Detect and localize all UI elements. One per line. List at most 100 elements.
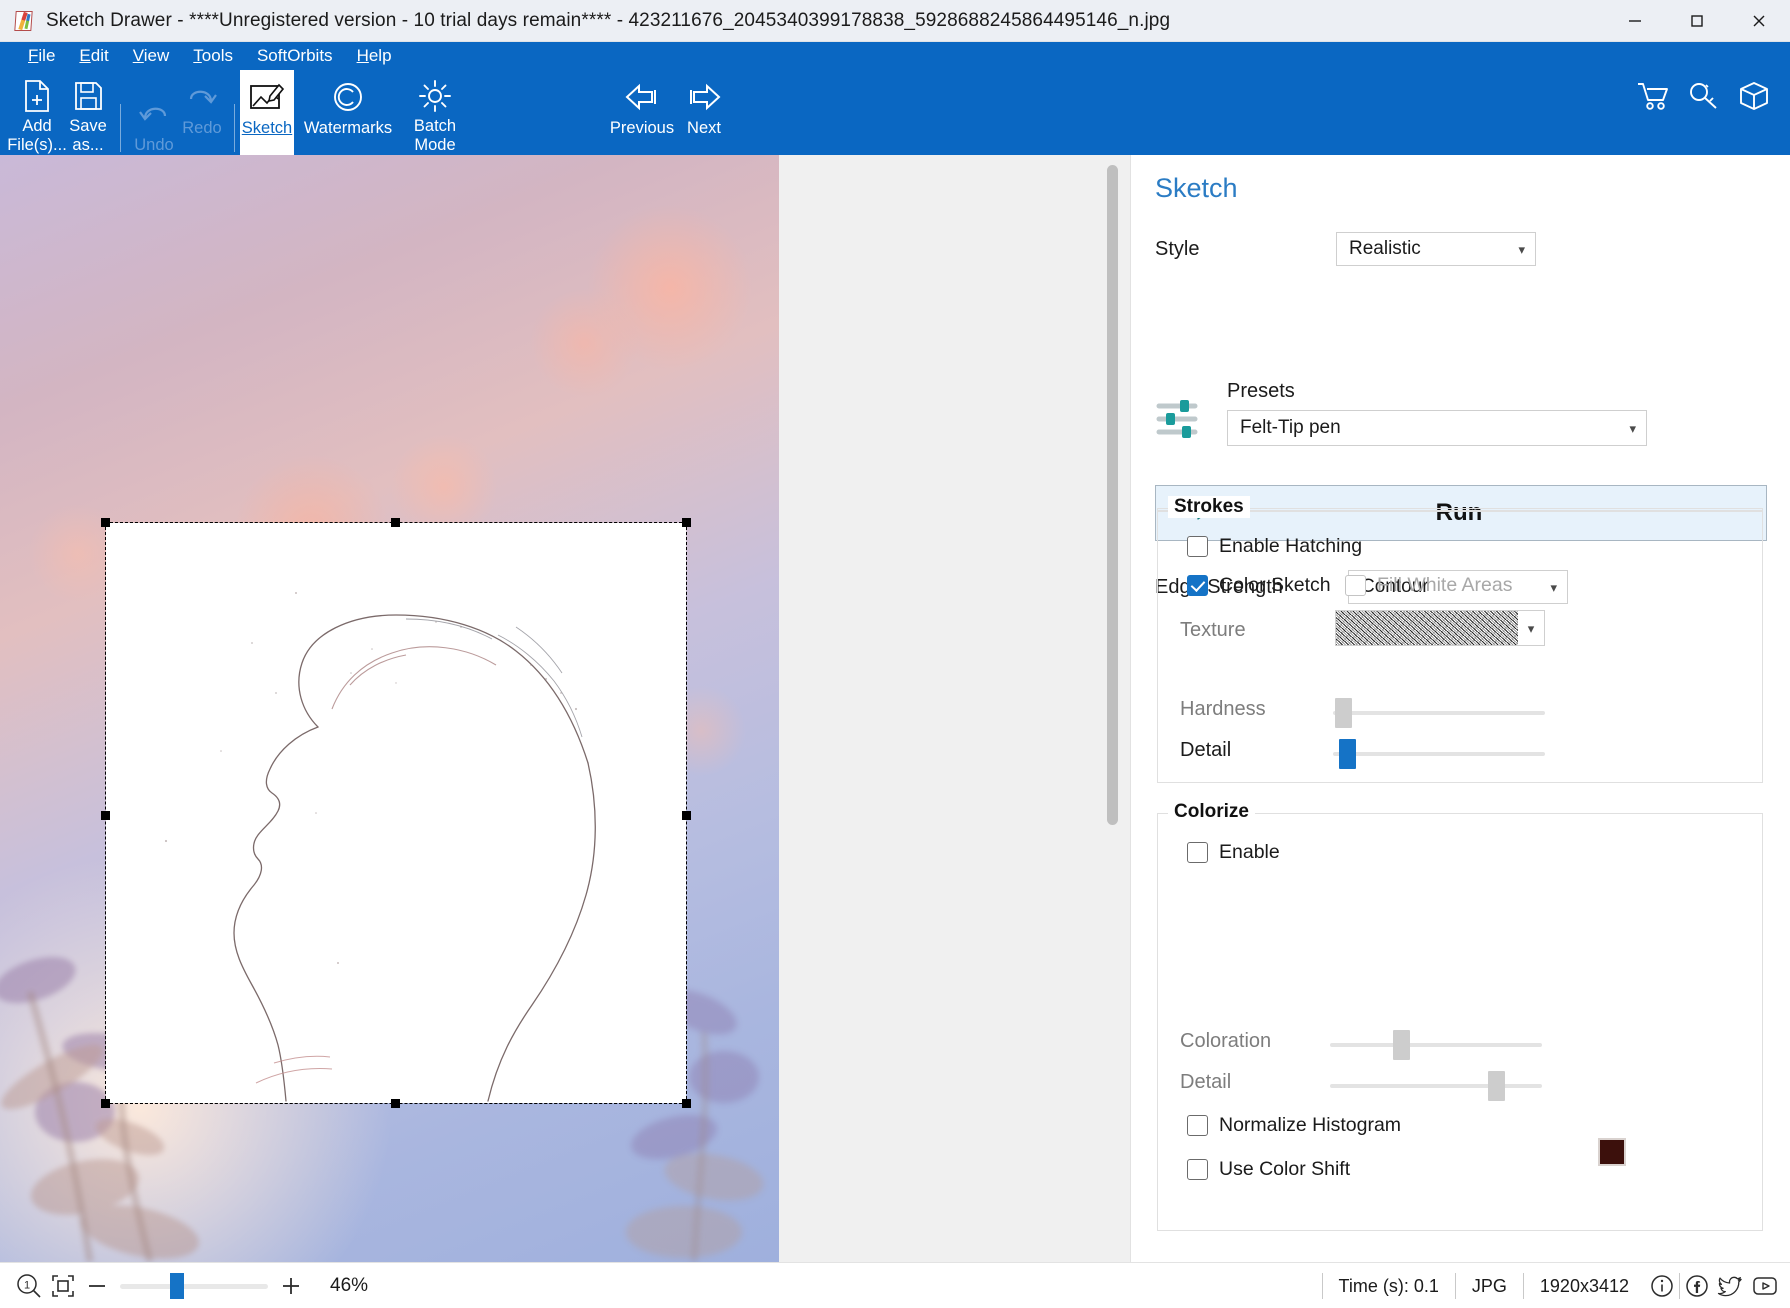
strokes-caption: Strokes (1168, 496, 1250, 518)
copyright-icon (331, 76, 365, 118)
menu-tools[interactable]: Tools (181, 44, 245, 68)
menu-view[interactable]: View (121, 44, 182, 68)
selection-handle-mr[interactable] (682, 811, 691, 820)
app-logo-icon (14, 10, 36, 32)
chevron-down-icon: ▾ (1527, 620, 1535, 636)
strokes-detail-slider[interactable] (1333, 739, 1545, 769)
style-select[interactable]: Realistic ▾ (1336, 232, 1536, 266)
close-button[interactable] (1728, 0, 1790, 42)
hardness-slider[interactable] (1333, 698, 1545, 728)
magnifier-one-icon[interactable]: 1 (12, 1269, 46, 1303)
menu-softorbits[interactable]: SoftOrbits (245, 44, 345, 68)
zoom-slider-thumb[interactable] (170, 1272, 184, 1299)
toolbar-button-next[interactable]: Next (676, 70, 732, 155)
shopping-cart-icon[interactable] (1636, 81, 1670, 116)
zoom-slider-track (120, 1283, 268, 1289)
youtube-icon[interactable] (1748, 1269, 1782, 1303)
slider-thumb[interactable] (1339, 739, 1356, 769)
toolbar-label-save-as: Save as... (69, 117, 107, 154)
selection-handle-tl[interactable] (101, 518, 110, 527)
menu-edit[interactable]: Edit (67, 44, 120, 68)
style-select-value: Realistic (1349, 238, 1421, 259)
gear-icon (418, 76, 452, 116)
fit-to-window-icon[interactable] (46, 1269, 80, 1303)
face-profile-sketch (164, 592, 596, 1102)
zoom-in-button[interactable] (274, 1269, 308, 1303)
toolbar-label-watermarks: Watermarks (303, 119, 393, 137)
toolbar-button-save-as[interactable]: Save as... (62, 70, 114, 155)
window-title: Sketch Drawer - ****Unregistered version… (46, 9, 1171, 31)
info-icon[interactable] (1645, 1269, 1679, 1303)
menu-help[interactable]: Help (345, 44, 404, 68)
facebook-icon[interactable] (1680, 1269, 1714, 1303)
status-bar: 1 46% Time (s): 0.1 JPG 1920x3412 (0, 1262, 1790, 1308)
selection-handle-bc[interactable] (391, 1099, 400, 1108)
colorize-enable-checkbox[interactable]: Enable (1187, 841, 1280, 864)
zoom-out-button[interactable] (80, 1269, 114, 1303)
maximize-button[interactable] (1666, 0, 1728, 42)
image-selection[interactable] (101, 518, 691, 1108)
minimize-button[interactable] (1604, 0, 1666, 42)
document-plus-icon (22, 76, 52, 116)
time-status: Time (s): 0.1 (1321, 1273, 1455, 1299)
selection-handle-tc[interactable] (391, 518, 400, 527)
fill-white-areas-checkbox[interactable]: Fill White Areas (1345, 574, 1512, 597)
colorize-enable-label: Enable (1219, 841, 1280, 863)
slider-thumb[interactable] (1335, 698, 1352, 728)
toolbar-button-watermarks[interactable]: Watermarks (296, 70, 400, 155)
toolbar-label-add-files: Add File(s)... (7, 117, 67, 154)
toolbar-label-batch-mode: Batch Mode (413, 117, 457, 154)
toolbar-divider-1 (120, 104, 121, 152)
menu-file[interactable]: File (16, 44, 67, 68)
slider-track (1330, 1043, 1542, 1047)
toolbar-label-undo: Undo (134, 136, 174, 154)
toolbar-button-previous[interactable]: Previous (604, 70, 680, 155)
coloration-slider[interactable] (1330, 1030, 1542, 1060)
color-shift-swatch[interactable] (1598, 1138, 1626, 1166)
ribbon-right-icons (1636, 80, 1770, 117)
toolbar-button-sketch[interactable]: Sketch (240, 70, 294, 155)
fill-white-areas-label: Fill White Areas (1377, 574, 1513, 596)
toolbar-button-add-files[interactable]: Add File(s)... (7, 70, 67, 155)
toolbar-label-previous: Previous (609, 119, 675, 137)
selection-handle-tr[interactable] (682, 518, 691, 527)
undo-arrow-icon (137, 93, 171, 135)
selection-handle-br[interactable] (682, 1099, 691, 1108)
colorize-caption: Colorize (1168, 801, 1255, 823)
slider-track (1333, 752, 1545, 756)
checkbox-box (1187, 842, 1208, 863)
use-color-shift-label: Use Color Shift (1219, 1158, 1351, 1180)
dimensions-status: 1920x3412 (1522, 1273, 1645, 1299)
use-color-shift-checkbox[interactable]: Use Color Shift (1187, 1158, 1350, 1181)
color-sketch-checkbox[interactable]: Color Sketch (1187, 574, 1331, 597)
presets-select[interactable]: Felt-Tip pen ▾ (1227, 410, 1647, 446)
slider-track (1330, 1084, 1542, 1088)
title-bar: Sketch Drawer - ****Unregistered version… (0, 0, 1790, 42)
enable-hatching-checkbox[interactable]: Enable Hatching (1187, 535, 1362, 558)
arrow-left-icon (622, 76, 662, 118)
key-icon[interactable] (1688, 81, 1720, 116)
box-icon[interactable] (1738, 80, 1770, 117)
slider-thumb[interactable] (1393, 1030, 1410, 1060)
hardness-label: Hardness (1180, 698, 1266, 720)
floppy-disk-icon (73, 76, 103, 116)
slider-thumb[interactable] (1488, 1071, 1505, 1101)
colorize-group: Colorize Enable Coloration Detail Normal… (1157, 801, 1763, 1231)
sliders-icon (1155, 398, 1199, 445)
twitter-icon[interactable] (1714, 1269, 1748, 1303)
colorize-detail-slider[interactable] (1330, 1071, 1542, 1101)
toolbar-button-batch-mode[interactable]: Batch Mode (404, 70, 466, 155)
presets-label: Presets (1227, 380, 1295, 402)
selection-handle-bl[interactable] (101, 1099, 110, 1108)
menu-bar: File Edit View Tools SoftOrbits Help (0, 42, 404, 70)
texture-select[interactable]: ▾ (1335, 610, 1545, 646)
zoom-slider[interactable] (120, 1272, 268, 1299)
style-row: Style Realistic ▾ (1155, 232, 1767, 266)
normalize-histogram-checkbox[interactable]: Normalize Histogram (1187, 1114, 1401, 1137)
checkbox-box (1187, 536, 1208, 557)
canvas-vertical-scrollbar[interactable] (1107, 165, 1118, 825)
canvas-area[interactable] (0, 155, 1130, 1262)
selection-handle-ml[interactable] (101, 811, 110, 820)
arrow-right-icon (684, 76, 724, 118)
checkbox-box (1187, 575, 1208, 596)
